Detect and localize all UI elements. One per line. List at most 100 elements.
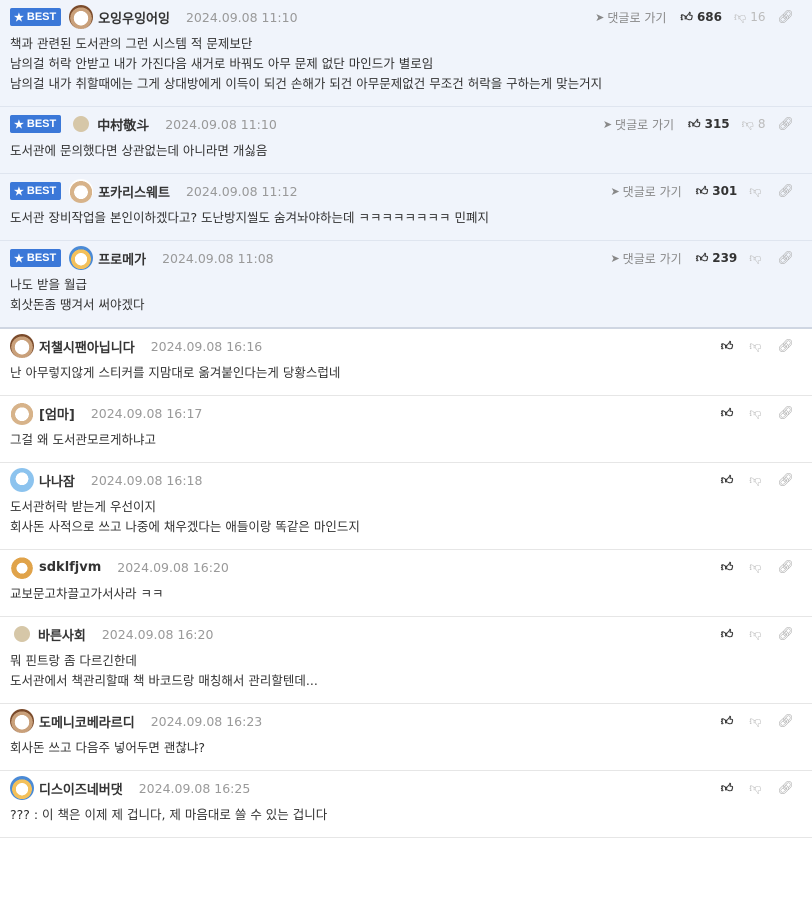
avatar[interactable] bbox=[10, 555, 34, 579]
go-to-reply-link[interactable]: ➤ 댓글로 가기 bbox=[610, 250, 681, 267]
downvote-button[interactable]: 👎︎ bbox=[749, 627, 765, 642]
author-name[interactable]: 저챌시팬아닙니다 bbox=[39, 337, 135, 356]
author-name[interactable]: sdklfjvm bbox=[39, 560, 101, 575]
author-name[interactable]: 나나잠 bbox=[39, 471, 75, 490]
best-badge: ★ BEST bbox=[10, 115, 62, 133]
comment-body: 난 아무렇지않게 스티커를 지맘대로 옮겨붙인다는게 당황스럽네 bbox=[10, 363, 802, 395]
star-icon: ★ bbox=[14, 11, 24, 24]
link-icon[interactable]: 🔗︎ bbox=[777, 627, 794, 642]
avatar[interactable] bbox=[10, 709, 34, 733]
upvote-button[interactable]: 👍︎ bbox=[721, 560, 738, 575]
comment-header: ★ BEST 프로메가 2024.09.08 11:08 ➤ 댓글로 가기 👍︎ 239 👎︎ 🔗… bbox=[10, 241, 802, 275]
comment-header: ★ BEST 中村敬斗 2024.09.08 11:10 ➤ 댓글로 가기 👍︎ 315 👎︎ 8… bbox=[10, 107, 802, 141]
star-icon: ★ bbox=[14, 118, 24, 131]
thumbs-up-icon: 👍︎ bbox=[720, 626, 734, 641]
upvote-button[interactable]: 👍︎ bbox=[721, 627, 738, 642]
thumbs-down-icon: 👎︎ bbox=[749, 472, 762, 487]
comment: 도메니코베라르디 2024.09.08 16:23 👍︎ 👎︎ 🔗︎ 회사돈 쓰고 다음주… bbox=[0, 704, 812, 771]
comment-body: 나도 받을 월급 회삿돈좀 땡겨서 써야겠다 bbox=[10, 275, 802, 327]
comment-actions: ➤ 댓글로 가기 👍︎ 315 👎︎ 8 🔗︎ bbox=[603, 107, 794, 141]
downvote-button[interactable]: 👎︎ bbox=[749, 339, 765, 354]
avatar[interactable] bbox=[14, 626, 30, 642]
comment-header: ★ BEST 포카리스웨트 2024.09.08 11:12 ➤ 댓글로 가기 👍︎ 301 👎… bbox=[10, 174, 802, 208]
comment-date: 2024.09.08 16:23 bbox=[150, 713, 263, 729]
avatar[interactable] bbox=[73, 116, 90, 132]
comment-line: 도서관에서 책관리할때 책 바코드랑 매칭해서 관리할텐데... bbox=[10, 673, 318, 688]
avatar[interactable] bbox=[69, 179, 94, 203]
author-name[interactable]: [엄마] bbox=[39, 404, 75, 423]
comment-header: 저챌시팬아닙니다 2024.09.08 16:16 👍︎ 👎︎ 🔗︎ bbox=[10, 329, 802, 363]
downvote-button[interactable]: 👎︎ bbox=[749, 184, 765, 199]
author-name[interactable]: 프로메가 bbox=[98, 249, 146, 268]
link-icon[interactable]: 🔗︎ bbox=[777, 117, 794, 132]
upvote-button[interactable]: 👍︎ 301 bbox=[696, 184, 738, 199]
author-name[interactable]: 포카리스웨트 bbox=[98, 182, 170, 201]
star-icon: ★ bbox=[14, 185, 24, 198]
thumbs-down-icon: 👎︎ bbox=[749, 780, 762, 795]
author-name[interactable]: 바른사회 bbox=[38, 625, 86, 644]
link-icon[interactable]: 🔗︎ bbox=[777, 10, 794, 25]
comment-header: sdklfjvm 2024.09.08 16:20 👍︎ 👎︎ 🔗︎ bbox=[10, 550, 802, 584]
avatar[interactable] bbox=[69, 5, 94, 29]
upvote-button[interactable]: 👍︎ bbox=[721, 339, 738, 354]
upvote-button[interactable]: 👍︎ 315 bbox=[688, 117, 730, 132]
thumbs-down-icon: 👎︎ bbox=[734, 9, 747, 24]
downvote-button[interactable]: 👎︎ bbox=[749, 714, 765, 729]
link-icon[interactable]: 🔗︎ bbox=[777, 473, 794, 488]
link-icon[interactable]: 🔗︎ bbox=[777, 560, 794, 575]
avatar[interactable] bbox=[10, 334, 34, 358]
comment-line: 교보문고차끌고가서사라 ㅋㅋ bbox=[10, 586, 164, 601]
comment-header: 나나잠 2024.09.08 16:18 👍︎ 👎︎ 🔗︎ bbox=[10, 463, 802, 497]
author-name[interactable]: 디스이즈네버댓 bbox=[39, 779, 123, 798]
downvote-button[interactable]: 👎︎ bbox=[749, 406, 765, 421]
go-to-reply-link[interactable]: ➤ 댓글로 가기 bbox=[603, 116, 674, 133]
author-name[interactable]: 도메니코베라르디 bbox=[39, 712, 135, 731]
upvote-count: 301 bbox=[712, 184, 738, 198]
avatar[interactable] bbox=[10, 776, 34, 800]
avatar[interactable] bbox=[69, 246, 94, 270]
comment-header: ★ BEST 오잉우잉어잉 2024.09.08 11:10 ➤ 댓글로 가기 👍︎ 686 👎… bbox=[10, 0, 802, 34]
thumbs-up-icon: 👍︎ bbox=[720, 472, 734, 487]
upvote-button[interactable]: 👍︎ bbox=[721, 781, 738, 796]
upvote-count: 315 bbox=[704, 117, 730, 131]
link-icon[interactable]: 🔗︎ bbox=[777, 184, 794, 199]
comment-line: 책과 관련된 도서관의 그런 시스템 적 문제보단 bbox=[10, 36, 253, 51]
go-to-reply-link[interactable]: ➤ 댓글로 가기 bbox=[610, 183, 681, 200]
comment-body: 뭐 핀트랑 좀 다르긴한데 도서관에서 책관리할때 책 바코드랑 매칭해서 관리할… bbox=[10, 651, 802, 703]
link-icon[interactable]: 🔗︎ bbox=[777, 781, 794, 796]
author-name[interactable]: 오잉우잉어잉 bbox=[98, 8, 170, 27]
thumbs-down-icon: 👎︎ bbox=[749, 405, 762, 420]
comment-actions: ➤ 댓글로 가기 👍︎ 301 👎︎ 🔗︎ bbox=[610, 174, 794, 208]
comment-date: 2024.09.08 16:16 bbox=[150, 338, 263, 354]
link-icon[interactable]: 🔗︎ bbox=[777, 406, 794, 421]
upvote-button[interactable]: 👍︎ bbox=[721, 473, 738, 488]
best-badge: ★ BEST bbox=[10, 249, 62, 267]
star-icon: ★ bbox=[14, 252, 24, 265]
link-icon[interactable]: 🔗︎ bbox=[777, 251, 794, 266]
downvote-button[interactable]: 👎︎ bbox=[749, 251, 765, 266]
upvote-button[interactable]: 👍︎ 686 bbox=[680, 10, 722, 25]
comment-line: 도서관 장비작업을 본인이하겠다고? 도난방지씰도 숨겨놔야하는데 ㅋㅋㅋㅋㅋㅋ… bbox=[10, 210, 489, 225]
link-icon[interactable]: 🔗︎ bbox=[777, 714, 794, 729]
comment-line: 그걸 왜 도서관모르게하냐고 bbox=[10, 432, 156, 447]
downvote-button[interactable]: 👎︎ 8 bbox=[742, 117, 766, 132]
upvote-button[interactable]: 👍︎ bbox=[721, 714, 738, 729]
comment-body: 그걸 왜 도서관모르게하냐고 bbox=[10, 430, 802, 462]
upvote-button[interactable]: 👍︎ 239 bbox=[696, 251, 738, 266]
upvote-button[interactable]: 👍︎ bbox=[721, 406, 738, 421]
go-to-reply-link[interactable]: ➤ 댓글로 가기 bbox=[595, 9, 666, 26]
comment-date: 2024.09.08 16:20 bbox=[117, 559, 229, 575]
thumbs-up-icon: 👍︎ bbox=[720, 713, 734, 728]
comment-body: 회사돈 쓰고 다음주 넣어두면 괜찮냐? bbox=[10, 738, 802, 770]
avatar[interactable] bbox=[10, 401, 34, 425]
downvote-button[interactable]: 👎︎ bbox=[749, 781, 765, 796]
author-name[interactable]: 中村敬斗 bbox=[97, 115, 149, 134]
comment: [엄마] 2024.09.08 16:17 👍︎ 👎︎ 🔗︎ 그걸 왜 도서관모르게하냐고 bbox=[0, 396, 812, 463]
downvote-button[interactable]: 👎︎ 16 bbox=[734, 10, 765, 25]
avatar[interactable] bbox=[10, 468, 34, 492]
link-icon[interactable]: 🔗︎ bbox=[777, 339, 794, 354]
downvote-button[interactable]: 👎︎ bbox=[749, 473, 765, 488]
comment-body: 책과 관련된 도서관의 그런 시스템 적 문제보단 남의걸 허락 안받고 내가 가… bbox=[10, 34, 802, 106]
comment-actions: 👍︎ 👎︎ 🔗︎ bbox=[721, 329, 794, 363]
downvote-button[interactable]: 👎︎ bbox=[749, 560, 765, 575]
